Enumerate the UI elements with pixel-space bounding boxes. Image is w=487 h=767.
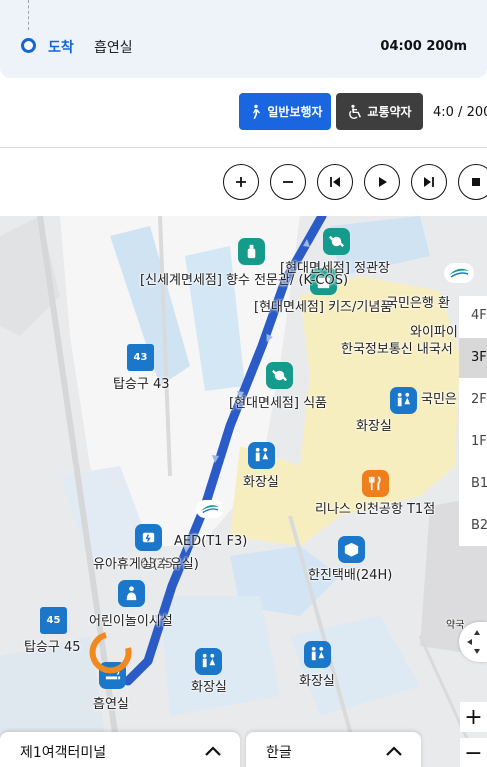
shop-label-hyundai-jewel: [현대면세점] 정관장 [280, 261, 390, 276]
airport-logo-icon [444, 263, 474, 283]
aed-icon[interactable] [135, 524, 162, 551]
mobility-impaired-button[interactable]: 교통약자 [336, 93, 423, 130]
restroom-label: 화장실 [191, 680, 227, 695]
shop-label-hyundai-food: [현대면세점] 식품 [229, 396, 327, 411]
restroom-label: 화장실 [356, 419, 392, 434]
chevron-up-icon [386, 746, 402, 756]
general-pedestrian-button[interactable]: 일반보행자 [239, 93, 331, 130]
play-icon [379, 177, 387, 187]
arrival-place: 흡연실 [94, 40, 133, 56]
zoom-out-button[interactable] [270, 164, 306, 200]
floor-button-2f[interactable]: 2F [459, 380, 487, 420]
delivery-label: 한진택배(24H) [308, 568, 393, 583]
floor-map[interactable]: 43 45 [신세계면세점] 향수 전문관/ (K-COS) [현대면세점] 정… [0, 216, 487, 767]
map-zoom-out-button[interactable]: − [460, 738, 487, 767]
stop-button[interactable] [458, 164, 487, 200]
perfume-shop-icon[interactable] [238, 238, 265, 265]
floor-button-b2[interactable]: B2 [459, 506, 487, 546]
food-shop-icon[interactable] [266, 362, 293, 389]
restroom-icon[interactable] [390, 387, 417, 414]
route-controls [0, 148, 487, 216]
overlap-code-label: 0325 [140, 557, 174, 572]
language-selector[interactable]: 한글 [246, 732, 421, 767]
floor-button-4f[interactable]: 4F [459, 296, 487, 336]
floor-button-b1[interactable]: B1 [459, 464, 487, 504]
restroom-icon[interactable] [195, 648, 222, 675]
walk-mode-row: 일반보행자 교통약자 4:0 / 200 [0, 78, 487, 148]
airport-logo-icon [196, 500, 224, 518]
delivery-box-icon[interactable] [338, 536, 365, 563]
chevron-up-icon [205, 746, 221, 756]
previous-icon [330, 177, 340, 187]
smoking-room-label: 흡연실 [93, 697, 129, 712]
restroom-icon[interactable] [248, 442, 275, 469]
compass-icon [467, 630, 480, 654]
arrival-label: 도착 [48, 40, 74, 56]
destination-dot-icon [21, 38, 36, 53]
gate-43-icon[interactable]: 43 [127, 344, 154, 371]
language-selector-label: 한글 [266, 745, 292, 761]
nursing-room-icon[interactable] [118, 580, 145, 607]
restaurant-icon[interactable] [362, 470, 389, 497]
playground-label: 어린이놀이시설 [89, 614, 173, 629]
map-zoom-in-button[interactable]: + [460, 702, 487, 732]
general-pedestrian-label: 일반보행자 [267, 105, 323, 119]
speed-readout: 4:0 / 200 [433, 105, 487, 120]
arrival-card: 도착 흡연실 04:00 200m [0, 0, 487, 78]
terminal-selector-label: 제1여객터미널 [20, 745, 107, 761]
shop-label-hyundai-kids: [현대면세점] 키즈/기념품 [254, 300, 393, 315]
gate-45-label: 탑승구 45 [24, 640, 81, 655]
plus-icon [236, 177, 246, 187]
mobility-impaired-label: 교통약자 [367, 105, 412, 119]
walking-person-icon [253, 104, 261, 119]
minus-icon [283, 181, 293, 183]
terminal-selector[interactable]: 제1여객터미널 [0, 732, 240, 767]
floor-button-3f[interactable]: 3F [459, 338, 487, 378]
floor-button-1f[interactable]: 1F [459, 422, 487, 462]
zoom-in-button[interactable] [223, 164, 259, 200]
restroom-icon[interactable] [304, 641, 331, 668]
aed-label: AED(T1 F3) [174, 534, 248, 549]
restroom-label: 화장실 [243, 475, 279, 490]
kt-label: 한국정보통신 내국서 [341, 342, 453, 357]
previous-button[interactable] [317, 164, 353, 200]
wheelchair-icon [349, 104, 362, 119]
route-time-distance: 04:00 200m [380, 39, 467, 54]
stop-icon [472, 178, 480, 186]
next-button[interactable] [411, 164, 447, 200]
route-dash-line [28, 0, 29, 30]
play-button[interactable] [364, 164, 400, 200]
restroom-label: 화장실 [299, 674, 335, 689]
floor-selector: 4F 3F 2F 1F B1 B2 [459, 296, 487, 546]
restaurant-label: 리나스 인천공항 T1점 [315, 502, 436, 517]
bank-label: 국민은행 환 [386, 296, 450, 311]
next-icon [424, 177, 434, 187]
destination-marker-icon [89, 632, 132, 674]
recenter-button[interactable] [459, 622, 487, 662]
wifi-label: 와이파이 [410, 325, 458, 340]
gate-45-icon[interactable]: 45 [40, 607, 67, 634]
bank-label-short: 국민은 [421, 392, 457, 407]
candy-shop-icon[interactable] [323, 228, 350, 255]
gate-43-label: 탑승구 43 [113, 377, 170, 392]
